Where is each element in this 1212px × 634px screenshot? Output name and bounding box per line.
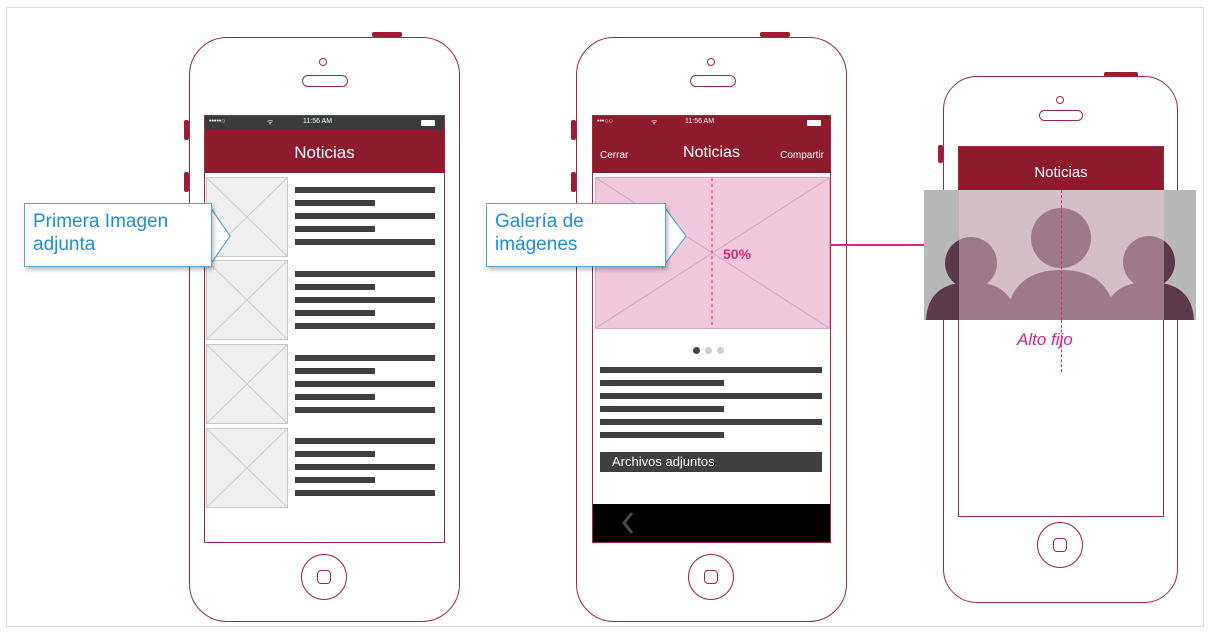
power-button (760, 32, 790, 37)
speaker-slot (690, 75, 736, 87)
text-line (295, 187, 435, 193)
text-line (600, 380, 724, 386)
image-placeholder-icon (206, 260, 288, 340)
camera-icon (319, 58, 327, 66)
home-button[interactable] (1037, 522, 1083, 568)
callout-line: imágenes (495, 234, 578, 255)
phone1-screen: •••••○ ᯤ 11:56 AM Noticias (204, 115, 445, 543)
home-button[interactable] (301, 554, 347, 600)
text-line (600, 419, 822, 425)
nav-title: Noticias (1034, 164, 1088, 181)
power-button (1104, 72, 1138, 77)
volume-button (184, 172, 189, 192)
nav-bar: Noticias (959, 147, 1163, 192)
caption-alto-fijo: Alto fijo (1017, 330, 1073, 349)
text-line (295, 226, 375, 232)
camera-icon (1056, 96, 1064, 104)
text-line (295, 490, 435, 496)
power-button (372, 32, 402, 37)
text-line (295, 200, 375, 206)
image-placeholder-icon (206, 428, 288, 508)
callout-galeria: Galería de imágenes (486, 203, 666, 267)
status-time: 11:56 AM (303, 118, 333, 125)
connector-line (830, 244, 926, 246)
attachments-button[interactable]: Archivos adjuntos (600, 452, 822, 472)
status-bar: •••○○ ᯤ 11:56 AM (593, 116, 830, 130)
nav-bar: Cerrar Noticias Compartir (593, 130, 830, 173)
callout-line: Primera Imagen (33, 211, 169, 232)
text-line (295, 271, 435, 277)
volume-button (571, 172, 576, 192)
callout-line: adjunta (33, 234, 96, 255)
text-line (295, 239, 435, 245)
battery-icon (421, 120, 435, 126)
nav-title: Noticias (294, 143, 355, 162)
text-line (295, 394, 375, 400)
camera-icon (707, 58, 715, 66)
callout-line: Galería de (495, 211, 584, 232)
nav-bar: Noticias (205, 130, 444, 173)
volume-button (938, 145, 943, 163)
fixed-height-image (924, 190, 1196, 320)
text-line (600, 406, 724, 412)
text-line (295, 477, 375, 483)
carrier-signal: •••••○ (209, 118, 226, 125)
bottom-toolbar (593, 504, 830, 542)
percent-label: 50% (723, 246, 752, 262)
text-line (295, 213, 435, 219)
text-line (295, 297, 435, 303)
attachments-label: Archivos adjuntos (612, 454, 715, 469)
image-placeholder-icon (206, 344, 288, 424)
battery-icon (807, 120, 821, 126)
phone2-screen: •••○○ ᯤ 11:56 AM Cerrar Noticias Compart… (592, 115, 831, 543)
volume-button (184, 120, 189, 140)
text-line (600, 367, 822, 373)
callout-primera-imagen: Primera Imagen adjunta (24, 203, 212, 267)
share-button[interactable]: Compartir (780, 150, 824, 161)
text-line (295, 381, 435, 387)
status-time: 11:56 AM (685, 118, 715, 125)
chevron-left-icon[interactable] (621, 511, 635, 535)
speaker-slot (302, 75, 348, 87)
text-line (600, 393, 822, 399)
text-line (295, 464, 435, 470)
wifi-icon: ᯤ (651, 119, 658, 126)
text-line (295, 451, 375, 457)
status-bar: •••••○ ᯤ 11:56 AM (205, 116, 444, 130)
text-line (295, 323, 435, 329)
text-line (295, 284, 375, 290)
text-line (295, 438, 435, 444)
carrier-signal: •••○○ (597, 118, 613, 125)
text-line (295, 310, 375, 316)
page-dot-active (693, 347, 700, 354)
volume-button (571, 120, 576, 140)
text-line (600, 432, 724, 438)
text-line (295, 355, 435, 361)
home-button[interactable] (688, 554, 734, 600)
center-guide (1061, 190, 1062, 320)
page-dot (705, 347, 712, 354)
wifi-icon: ᯤ (267, 119, 274, 126)
text-line (295, 407, 435, 413)
text-line (295, 368, 375, 374)
speaker-slot (1039, 110, 1083, 121)
page-dot (717, 347, 724, 354)
